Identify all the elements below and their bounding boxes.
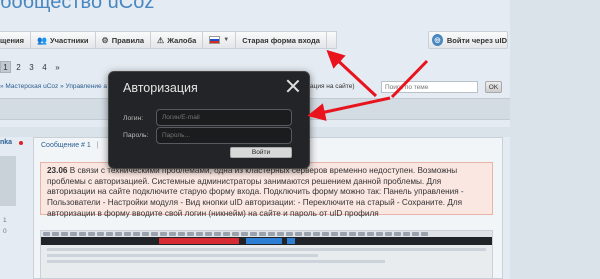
annotation-arrows <box>307 49 429 121</box>
arrow-connector <box>390 59 429 99</box>
arrow-to-login-dialog <box>307 96 391 121</box>
arrow-to-old-login-form <box>326 49 378 98</box>
